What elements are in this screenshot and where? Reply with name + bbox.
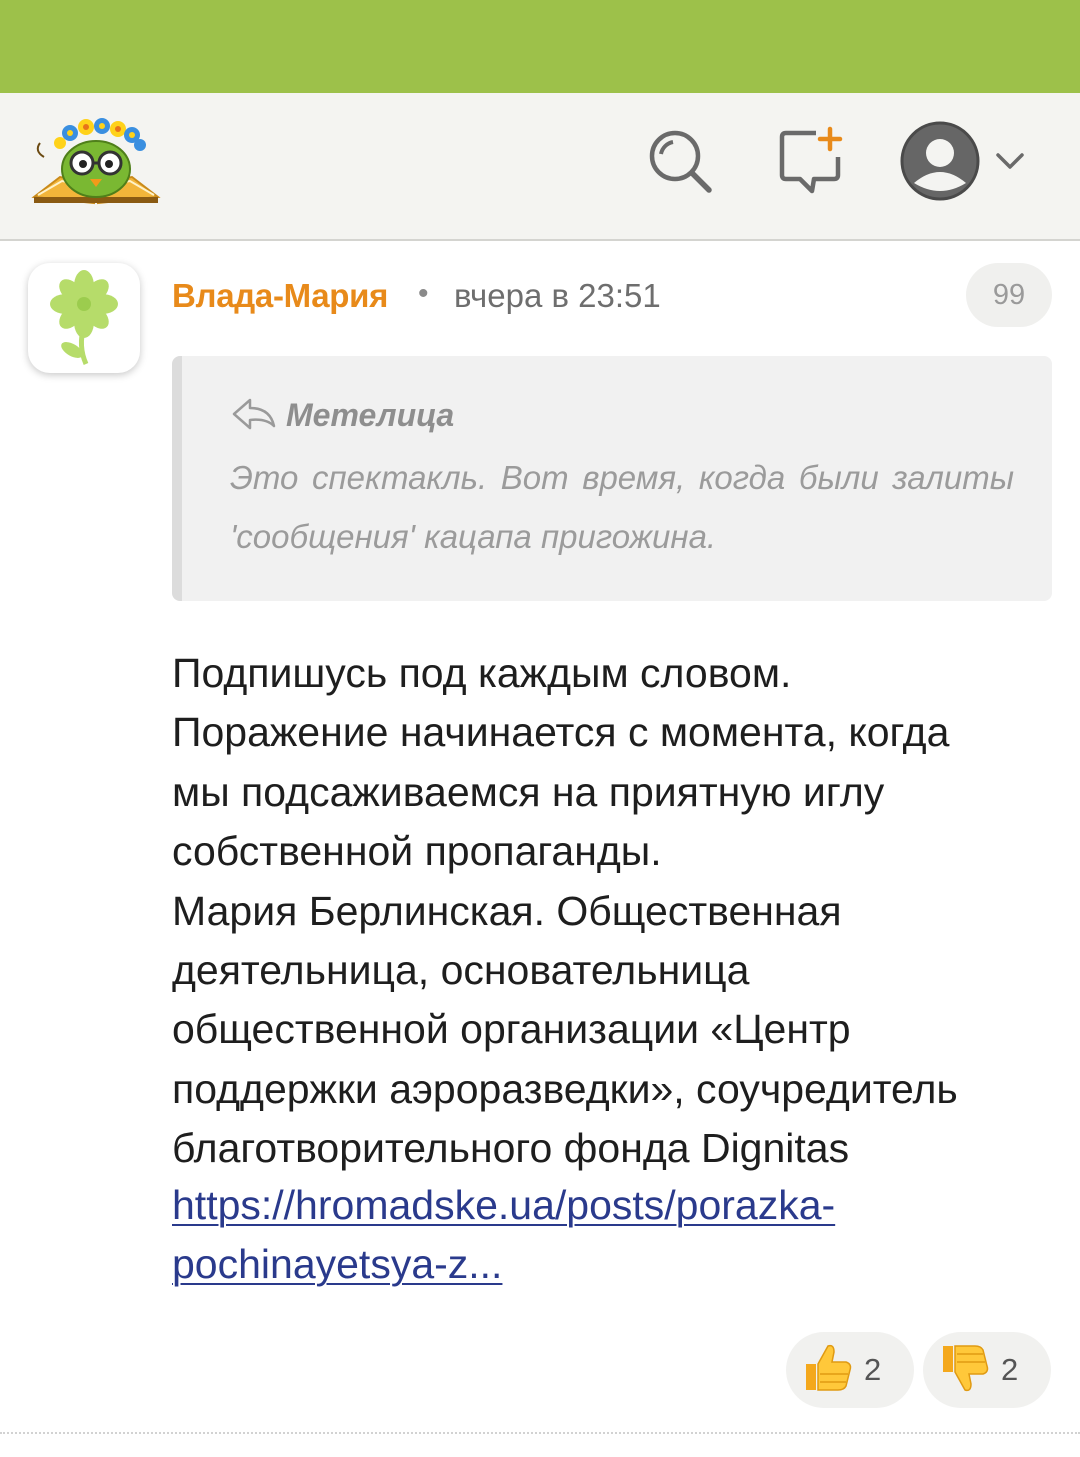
quote-header: Метелица: [230, 396, 454, 435]
search-button[interactable]: [640, 123, 720, 203]
quote-author[interactable]: Метелица: [286, 397, 454, 434]
link-line[interactable]: pochinayetsya-z...: [172, 1235, 835, 1294]
body-line: Подпишусь под каждым словом.: [172, 650, 792, 696]
post-body: Подпишусь под каждым словом. Поражение н…: [172, 644, 1052, 1179]
new-post-button[interactable]: [772, 123, 852, 203]
quote-button[interactable]: 99: [966, 263, 1052, 327]
post-divider: [0, 1432, 1080, 1434]
chevron-down-icon: [992, 149, 1028, 178]
user-menu-button[interactable]: [898, 121, 1038, 205]
body-line: Мария Берлинская. Общественная: [172, 887, 842, 934]
quote-text: Это спектакль. Вот время, когда были зал…: [230, 459, 1014, 555]
body-line: мы подсаживаемся на приятную иглу: [172, 768, 885, 815]
comment-post: Влада-Мария • вчера в 23:51 99 Метелица …: [0, 243, 1080, 1433]
like-count: 2: [864, 1352, 882, 1387]
body-line: собственной пропаганды.: [172, 828, 662, 875]
body-line: благотворительного фонда Dignitas: [172, 1125, 850, 1172]
post-timestamp: вчера в 23:51: [454, 277, 661, 314]
source-link[interactable]: https://hromadske.ua/posts/porazka- poch…: [172, 1176, 835, 1295]
meta-separator: •: [418, 277, 429, 310]
app-header: [0, 93, 1080, 241]
reply-arrow-icon: [230, 396, 278, 435]
dislike-button[interactable]: 2: [923, 1332, 1051, 1408]
like-button[interactable]: 2: [786, 1332, 914, 1408]
dislike-count: 2: [1001, 1352, 1019, 1387]
user-avatar-icon: [898, 119, 982, 208]
new-message-icon: [776, 125, 848, 202]
quoted-comment: Метелица Это спектакль. Вот время, когда…: [172, 356, 1052, 601]
author-avatar[interactable]: [28, 263, 140, 373]
body-line: общественной организации «Центр: [172, 1006, 851, 1053]
thumbs-up-icon: [798, 1340, 854, 1401]
body-line: деятельница, основательница: [172, 947, 750, 994]
status-bar: [0, 0, 1080, 93]
body-line: Поражение начинается с момента, когда: [172, 709, 950, 756]
green-flower-avatar: [42, 266, 126, 371]
search-icon: [643, 124, 717, 203]
body-line: поддержки аэроразведки», соучредитель: [172, 1065, 958, 1112]
author-name[interactable]: Влада-Мария: [172, 277, 388, 315]
owl-book-logo[interactable]: [30, 111, 162, 211]
link-line[interactable]: https://hromadske.ua/posts/porazka-: [172, 1176, 835, 1235]
thumbs-down-icon: [935, 1340, 991, 1401]
